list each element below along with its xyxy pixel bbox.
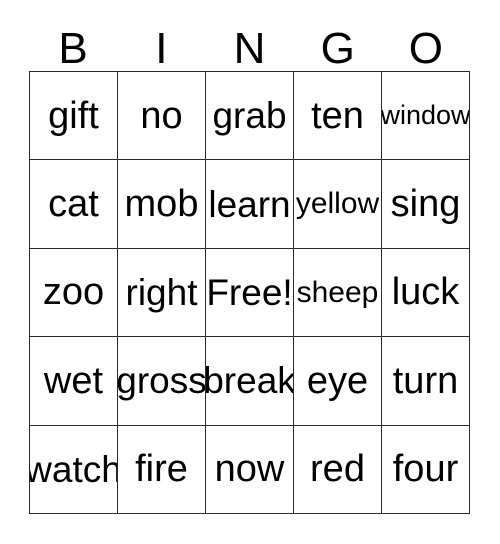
bingo-cell[interactable]: yellow: [294, 160, 382, 249]
bingo-row: wet gross break eye turn: [30, 337, 470, 426]
bingo-row: gift no grab ten window: [30, 72, 470, 161]
bingo-cell-label: sing: [390, 182, 461, 225]
bingo-cell[interactable]: fire: [118, 425, 206, 515]
bingo-free-label: Free!: [206, 271, 293, 313]
bingo-cell[interactable]: no: [118, 72, 206, 161]
bingo-header-letter-i: I: [155, 24, 168, 73]
bingo-cell[interactable]: right: [118, 248, 206, 338]
bingo-row: cat mob learn yellow sing: [30, 160, 470, 249]
bingo-header-letter-g: G: [320, 24, 355, 73]
bingo-cell-label: right: [125, 271, 198, 313]
bingo-cell-label: break: [206, 360, 294, 402]
bingo-cell-label: grab: [212, 95, 287, 137]
bingo-cell-label: yellow: [295, 187, 380, 221]
bingo-header-letter-n: N: [233, 24, 266, 73]
bingo-cell-label: sheep: [296, 275, 379, 309]
bingo-cell[interactable]: now: [206, 425, 294, 515]
bingo-cell-label: watch: [30, 448, 118, 490]
bingo-cell-label: no: [140, 94, 183, 137]
bingo-cell-label: now: [214, 448, 285, 491]
bingo-cell[interactable]: luck: [382, 248, 470, 338]
bingo-row: watch fire now red four: [30, 425, 470, 515]
bingo-header-letter-b: B: [58, 24, 88, 73]
bingo-cell-label: gift: [48, 94, 99, 137]
bingo-grid: gift no grab ten window cat mob learn ye…: [29, 71, 470, 515]
bingo-row: zoo right Free! sheep luck: [30, 248, 470, 338]
bingo-cell-label: window: [382, 100, 470, 131]
bingo-cell[interactable]: mob: [118, 160, 206, 249]
bingo-card: B I N G O gift no grab ten window cat mo…: [0, 0, 500, 544]
bingo-cell-label: zoo: [42, 271, 105, 314]
bingo-cell[interactable]: grab: [206, 72, 294, 161]
bingo-cell-label: four: [392, 448, 459, 491]
bingo-cell[interactable]: gift: [30, 72, 118, 161]
bingo-cell-label: luck: [391, 271, 460, 314]
bingo-cell[interactable]: sheep: [294, 248, 382, 338]
bingo-cell[interactable]: ten: [294, 72, 382, 161]
bingo-cell[interactable]: learn: [206, 160, 294, 249]
bingo-header-row: B I N G O: [29, 20, 470, 71]
bingo-cell[interactable]: eye: [294, 337, 382, 426]
bingo-cell-label: fire: [135, 448, 188, 491]
bingo-cell[interactable]: cat: [30, 160, 118, 249]
bingo-cell-label: gross: [118, 360, 206, 402]
bingo-cell[interactable]: turn: [382, 337, 470, 426]
bingo-cell[interactable]: gross: [118, 337, 206, 426]
bingo-cell-label: red: [310, 448, 365, 491]
bingo-cell[interactable]: wet: [30, 337, 118, 426]
bingo-cell[interactable]: zoo: [30, 248, 118, 338]
bingo-cell-label: turn: [392, 359, 459, 402]
bingo-cell-label: learn: [208, 183, 291, 225]
bingo-cell[interactable]: red: [294, 425, 382, 515]
bingo-free-cell[interactable]: Free!: [206, 248, 294, 338]
bingo-cell[interactable]: watch: [30, 425, 118, 515]
bingo-cell-label: mob: [124, 182, 199, 225]
bingo-cell-label: ten: [311, 94, 364, 137]
bingo-cell[interactable]: four: [382, 425, 470, 515]
bingo-cell-label: wet: [43, 359, 104, 402]
bingo-cell-label: cat: [48, 182, 99, 225]
bingo-cell[interactable]: window: [382, 72, 470, 161]
bingo-header-letter-o: O: [408, 24, 444, 73]
bingo-cell-label: eye: [306, 359, 369, 402]
bingo-cell[interactable]: break: [206, 337, 294, 426]
bingo-cell[interactable]: sing: [382, 160, 470, 249]
